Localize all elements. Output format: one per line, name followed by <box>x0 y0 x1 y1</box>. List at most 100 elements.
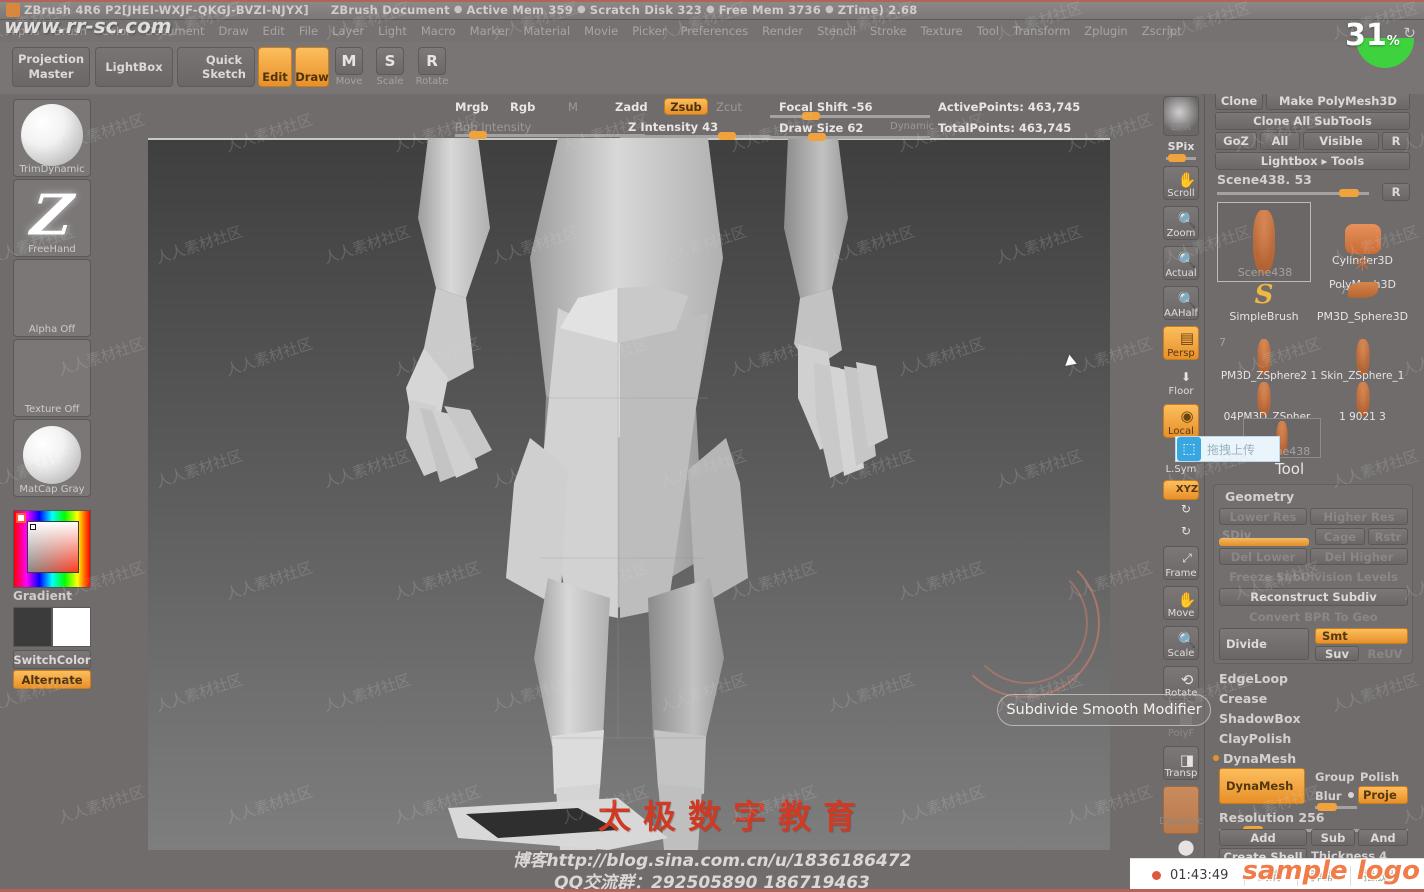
quick-sketch-button[interactable]: Quick Sketch <box>177 47 255 87</box>
make-polymesh3d-button[interactable]: Make PolyMesh3D <box>1266 92 1410 110</box>
menu-item-zplugin[interactable]: Zplugin <box>1077 20 1134 42</box>
scene-r-button[interactable]: R <box>1382 183 1410 201</box>
y-axis-icon[interactable]: ↻ <box>1163 502 1199 522</box>
sdiv-slider[interactable] <box>1219 538 1309 546</box>
zcut-button[interactable]: Zcut <box>716 100 742 114</box>
zadd-button[interactable]: Zadd <box>615 100 648 114</box>
blur-slider[interactable] <box>1315 803 1357 811</box>
menu-item-layer[interactable]: Layer <box>325 20 371 42</box>
rgb-button[interactable]: Rgb <box>510 100 535 114</box>
crease-section[interactable]: Crease <box>1219 691 1267 706</box>
stroke-swatch[interactable]: Z FreeHand <box>13 179 91 257</box>
brush-swatch[interactable]: TrimDynamic <box>13 99 91 177</box>
color-cursor[interactable] <box>30 524 36 530</box>
secondary-color-swatch[interactable] <box>52 607 91 647</box>
del-higher-button[interactable]: Del Higher <box>1310 548 1408 565</box>
menu-item-texture[interactable]: Texture <box>914 20 970 42</box>
menu-item-file[interactable]: File <box>292 20 325 42</box>
lower-res-button[interactable]: Lower Res <box>1219 508 1307 525</box>
menu-item-stroke[interactable]: Stroke <box>863 20 914 42</box>
convert-bpr-button[interactable]: Convert BPR To Geo <box>1219 608 1408 625</box>
tool-thumb-190213[interactable]: 1 9021 3 <box>1315 375 1410 423</box>
xyz-icon[interactable]: XYZ <box>1163 480 1199 500</box>
clone-all-subtools-button[interactable]: Clone All SubTools <box>1215 112 1410 130</box>
menu-item-tool[interactable]: Tool <box>970 20 1006 42</box>
edgeloop-section[interactable]: EdgeLoop <box>1219 671 1288 686</box>
m-button[interactable]: M <box>568 100 578 114</box>
menu-item-macro[interactable]: Macro <box>414 20 463 42</box>
menu-item-marker[interactable]: Marker <box>463 20 517 42</box>
rotate-icon[interactable]: R <box>418 47 446 75</box>
dynamesh-section[interactable]: DynaMesh <box>1223 751 1296 766</box>
lightbox-button[interactable]: LightBox <box>95 47 173 87</box>
primary-color-swatch[interactable] <box>13 607 52 647</box>
rgb-intensity-slider[interactable] <box>455 131 645 139</box>
del-lower-button[interactable]: Del Lower <box>1219 548 1307 565</box>
higher-res-button[interactable]: Higher Res <box>1310 508 1408 525</box>
mrgb-button[interactable]: Mrgb <box>455 100 489 114</box>
clone-button[interactable]: Clone <box>1215 92 1263 110</box>
color-mode-marker[interactable] <box>16 513 26 523</box>
group-button[interactable]: Group <box>1315 770 1354 784</box>
divide-button[interactable]: Divide <box>1219 628 1309 660</box>
reconstruct-subdiv-button[interactable]: Reconstruct Subdiv <box>1219 588 1408 606</box>
edit-button[interactable]: Edit <box>258 47 292 87</box>
zsub-button[interactable]: Zsub <box>664 98 708 115</box>
menu-item-zscript[interactable]: Zscript <box>1135 20 1189 42</box>
viewport[interactable] <box>148 138 1110 850</box>
color-picker[interactable] <box>13 510 91 588</box>
z-axis-icon[interactable]: ↻ <box>1163 524 1199 544</box>
reuv-button[interactable]: ReUV <box>1362 646 1408 661</box>
smt-button[interactable]: Smt <box>1315 628 1408 644</box>
tool-thumb-pm3d-sphere3d[interactable]: PM3D_Sphere3D <box>1315 278 1410 336</box>
tool-thumb-simplebrush[interactable]: S SimpleBrush <box>1217 278 1311 336</box>
switch-color-button[interactable]: SwitchColor <box>13 650 91 669</box>
goz-button[interactable]: GoZ <box>1215 132 1257 150</box>
focal-shift-slider[interactable] <box>770 112 930 120</box>
add-button[interactable]: Add <box>1219 829 1307 846</box>
all-button[interactable]: All <box>1260 132 1300 150</box>
freeze-subdivision-button[interactable]: Freeze SubDivision Levels <box>1219 568 1408 585</box>
lightbox-tools-button[interactable]: Lightbox ▸ Tools <box>1215 152 1410 170</box>
alternate-button[interactable]: Alternate <box>13 670 91 689</box>
spix-slider[interactable] <box>1166 154 1196 162</box>
shadowbox-section[interactable]: ShadowBox <box>1219 711 1301 726</box>
z-intensity-slider[interactable] <box>620 132 770 140</box>
tool-thumb-04pm3d-zsphere[interactable]: 04PM3D_ZSpher <box>1217 375 1311 423</box>
rstr-button[interactable]: Rstr <box>1368 528 1408 545</box>
draw-size-slider[interactable] <box>770 133 930 141</box>
menu-item-stencil[interactable]: Stencil <box>810 20 863 42</box>
dynamesh-button[interactable]: DynaMesh <box>1219 768 1305 804</box>
scene-slider[interactable] <box>1217 189 1369 197</box>
material-swatch[interactable]: MatCap Gray <box>13 419 91 497</box>
menu-item-picker[interactable]: Picker <box>625 20 673 42</box>
visible-button[interactable]: Visible <box>1303 132 1379 150</box>
suv-button[interactable]: Suv <box>1315 646 1359 661</box>
alpha-swatch[interactable]: Alpha Off <box>13 259 91 337</box>
dynamic-label[interactable]: Dynamic <box>890 121 934 132</box>
texture-swatch[interactable]: Texture Off <box>13 339 91 417</box>
goz-r-button[interactable]: R <box>1382 132 1410 150</box>
menu-item-draw[interactable]: Draw <box>212 20 256 42</box>
claypolish-section[interactable]: ClayPolish <box>1219 731 1291 746</box>
drag-upload-chip[interactable]: ⬚ 拖拽上传 <box>1175 436 1280 462</box>
and-button[interactable]: And <box>1358 829 1408 846</box>
draw-button[interactable]: Draw <box>295 47 329 87</box>
move-icon[interactable]: M <box>335 47 363 75</box>
projection-master-button[interactable]: Projection Master <box>12 47 90 87</box>
menu-item-movie[interactable]: Movie <box>577 20 625 42</box>
canvas-area[interactable] <box>104 94 1158 892</box>
menu-item-transform[interactable]: Transform <box>1006 20 1077 42</box>
menu-item-light[interactable]: Light <box>371 20 414 42</box>
project-button[interactable]: Proje <box>1358 786 1408 804</box>
scale-icon[interactable]: S <box>376 47 404 75</box>
menu-item-edit[interactable]: Edit <box>256 20 292 42</box>
menu-item-render[interactable]: Render <box>755 20 810 42</box>
polish-button[interactable]: Polish <box>1360 770 1399 784</box>
blur-toggle-icon[interactable] <box>1348 792 1354 798</box>
cage-button[interactable]: Cage <box>1315 528 1365 545</box>
menu-item-material[interactable]: Material <box>516 20 577 42</box>
refresh-icon[interactable]: ↻ <box>1403 24 1416 42</box>
sub-button[interactable]: Sub <box>1311 829 1355 846</box>
tool-thumb-scene438[interactable]: Scene438 <box>1217 202 1311 282</box>
